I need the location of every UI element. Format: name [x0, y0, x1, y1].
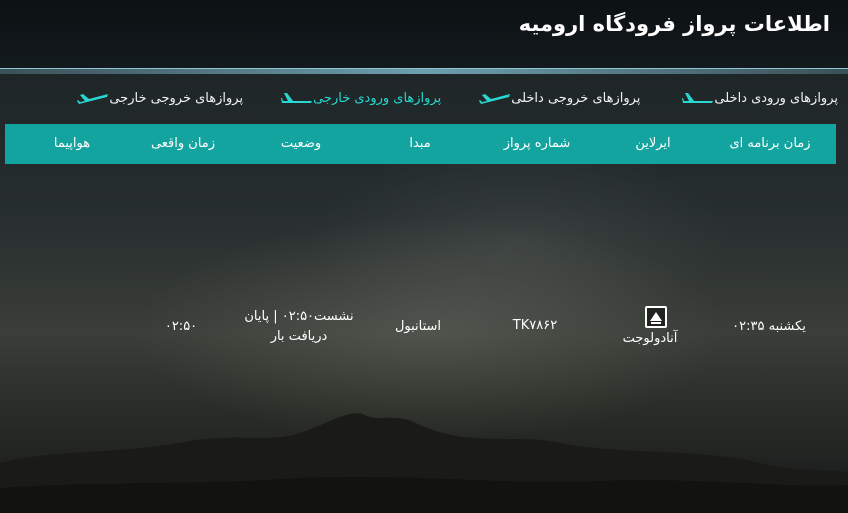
flight-number-cell: TK۷۸۶۲ — [512, 318, 558, 333]
column-header-actual-time: زمان واقعی — [150, 136, 216, 151]
page-title: اطلاعات پرواز فرودگاه ارومیه — [518, 12, 830, 36]
status-cell-line2: دریافت بار — [270, 329, 328, 344]
tab-domestic-arrivals[interactable]: پروازهای ورودی داخلی — [676, 90, 838, 106]
tab-label: پروازهای ورودی داخلی — [714, 90, 838, 106]
column-header-scheduled-time: زمان برنامه ای — [729, 136, 811, 151]
tab-international-arrivals[interactable]: پروازهای ورودی خارجی — [275, 90, 441, 106]
tab-international-departures[interactable]: پروازهای خروجی خارجی — [71, 90, 243, 106]
column-header-flight-number: شماره پرواز — [503, 136, 571, 151]
column-header-aircraft: هواپیما — [53, 136, 91, 151]
scheduled-time-cell: یکشنبه ۰۲:۳۵ — [732, 319, 806, 334]
origin-cell: استانبول — [394, 319, 442, 334]
column-header-status: وضعیت — [280, 136, 322, 151]
header-divider — [0, 68, 848, 74]
status-cell-line1: نشست۰۲:۵۰ | پایان — [244, 309, 354, 324]
flights-table-header: زمان برنامه ای ایرلاین شماره پرواز مبدا … — [5, 124, 836, 164]
plane-takeoff-icon — [77, 94, 109, 104]
tab-domestic-departures[interactable]: پروازهای خروجی داخلی — [473, 90, 640, 106]
plane-takeoff-icon — [479, 94, 511, 104]
table-row: یکشنبه ۰۲:۳۵ آنادولوجت TK۷۸۶۲ استانبول ن… — [5, 300, 836, 360]
tab-label: پروازهای خروجی داخلی — [511, 90, 641, 106]
flight-tabs: پروازهای ورودی داخلی پروازهای خروجی داخل… — [0, 86, 848, 110]
tab-label: پروازهای ورودی خارجی — [313, 90, 442, 106]
anadolujet-logo-icon — [645, 306, 667, 328]
airline-name-cell: آنادولوجت — [622, 331, 678, 346]
plane-landing-icon — [281, 93, 313, 103]
column-header-origin: مبدا — [409, 136, 431, 151]
column-header-airline: ایرلاین — [635, 136, 671, 151]
actual-time-cell: ۰۲:۵۰ — [164, 319, 198, 334]
background-mountains — [0, 413, 848, 513]
plane-landing-icon — [682, 93, 714, 103]
page-header: اطلاعات پرواز فرودگاه ارومیه — [0, 0, 848, 68]
tab-label: پروازهای خروجی خارجی — [109, 90, 244, 106]
